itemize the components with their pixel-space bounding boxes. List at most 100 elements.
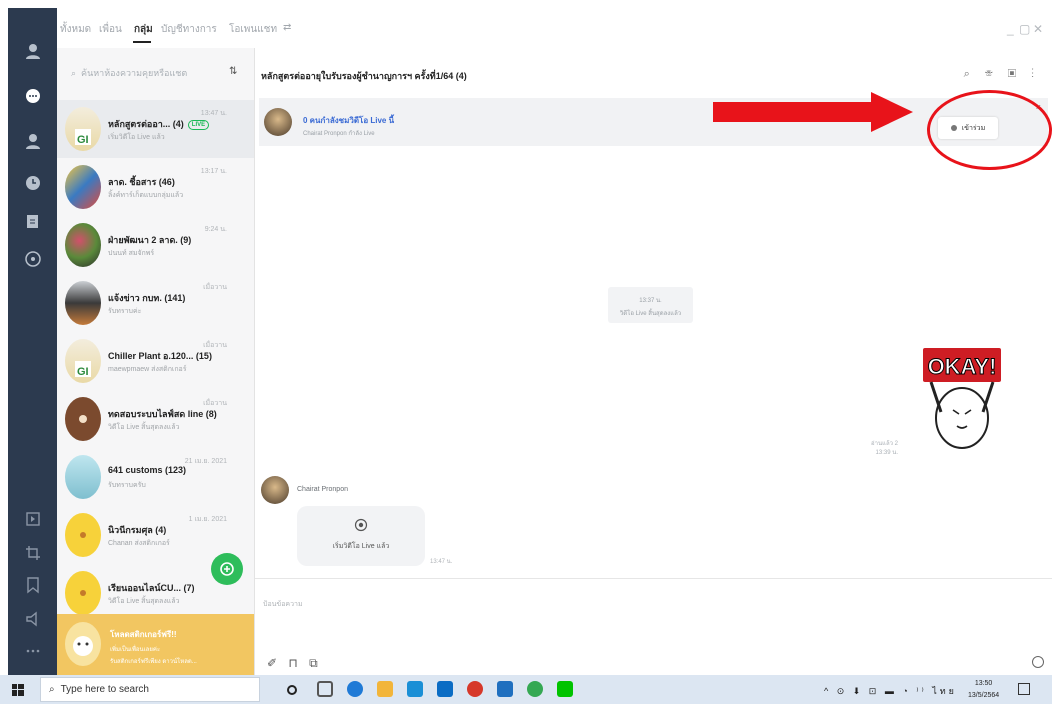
line-app-icon[interactable] — [557, 681, 573, 697]
chat-name: แจ้งข่าว กบท. (141) — [108, 293, 186, 303]
search-icon: ⌕ — [71, 67, 77, 78]
sticker-promo-item[interactable]: โหลดสติกเกอร์ฟรี!! เพิ่มเป็นเพื่อนเลยค่ะ… — [57, 614, 254, 675]
message-input-area: ป้อนข้อความ ✐ ⊓ ⧉ — [255, 578, 1052, 675]
promo-avatar — [65, 622, 101, 666]
cortana-icon[interactable] — [287, 685, 297, 695]
message-input[interactable]: ป้อนข้อความ — [263, 599, 303, 610]
chat-list-item[interactable]: แจ้งข่าว กบท. (141) รับทราบค่ะ เมื่อวาน — [57, 274, 254, 332]
promo-title: โหลดสติกเกอร์ฟรี!! — [110, 630, 177, 639]
live-started-bubble[interactable]: เริ่มวิดีโอ Live แล้ว — [297, 506, 425, 566]
sender-name: Chairat Pronpon — [297, 486, 348, 493]
emoji-icon[interactable] — [1032, 656, 1044, 668]
chat-room-title: หลักสูตรต่ออายุใบรับรองผู้ชำนาญการฯ ครั้… — [261, 71, 467, 81]
promo-subtitle-2: รับสติกเกอร์ฟรีเพียง ดาวน์โหลด... — [110, 659, 197, 665]
chat-preview: maewpmaew ส่งสติกเกอร์ — [108, 366, 187, 373]
maximize-button[interactable]: ▢ — [1019, 22, 1030, 36]
top-tab-bar: ทั้งหมด เพื่อน กลุ่ม บัญชีทางการ โอเพนแช… — [57, 8, 1052, 48]
chat-preview: วิดีโอ Live สิ้นสุดลงแล้ว — [108, 424, 180, 431]
openchat-icon[interactable] — [8, 244, 57, 274]
chat-preview: รับทราบครับ — [108, 482, 146, 489]
speaker-icon[interactable] — [8, 604, 57, 634]
tab-friends[interactable]: เพื่อน — [99, 22, 122, 37]
banner-subtitle: Chairat Pronpon กำลัง Live — [303, 131, 375, 137]
sidebar-rail — [8, 8, 57, 675]
chat-list-item[interactable]: GI หลักสูตรต่ออา... (4) LIVE เริ่มวิดีโอ … — [57, 100, 254, 158]
keep-icon[interactable] — [8, 504, 57, 534]
chat-name: หลักสูตรต่ออา... (4) LIVE — [108, 117, 210, 131]
mail-icon[interactable] — [437, 681, 453, 697]
chat-name: นิวนีกรมศุล (4) — [108, 525, 167, 535]
chat-room: หลักสูตรต่ออายุใบรับรองผู้ชำนาญการฯ ครั้… — [255, 48, 1052, 675]
new-chat-icon[interactable] — [211, 553, 243, 585]
edge-icon[interactable] — [347, 681, 363, 697]
group-avatar — [65, 455, 101, 499]
group-avatar — [65, 223, 101, 267]
chat-preview: เริ่มวิดีโอ Live แล้ว — [108, 134, 165, 141]
system-message: 13:37 น. วิดีโอ Live สิ้นสุดลงแล้ว — [608, 287, 693, 323]
group-avatar — [65, 165, 101, 209]
chat-header-icons[interactable]: ⌕ ☏ ▣ ⋮ — [964, 68, 1040, 81]
line-app-window: ทั้งหมด เพื่อน กลุ่ม บัญชีทางการ โอเพนแช… — [57, 8, 1052, 675]
system-tray[interactable]: ^ ⊙ ⬇ ⊡ ▬ ◔ ⁾⁾ ไทย — [824, 684, 957, 698]
red-arrow-annotation — [713, 92, 913, 132]
task-view-icon[interactable] — [317, 681, 333, 697]
notification-icon[interactable] — [1018, 683, 1030, 695]
chat-list-item[interactable]: ลาด. ชี้อสาร (46) ลิ้งค์ทาร์เก็ตแบบกลุ่ม… — [57, 158, 254, 216]
note-add-icon[interactable] — [8, 206, 57, 236]
chat-time: เมื่อวาน — [203, 284, 227, 291]
chat-time: 21 เม.ย. 2021 — [184, 458, 227, 465]
promo-subtitle: เพิ่มเป็นเพื่อนเลยค่ะ — [110, 647, 161, 653]
chat-time: 1 เม.ย. 2021 — [188, 516, 227, 523]
group-avatar: GI — [65, 107, 101, 151]
crop-icon[interactable] — [8, 538, 57, 568]
taskbar-search-input[interactable]: ⌕ Type here to search — [40, 677, 260, 702]
word-icon[interactable] — [497, 681, 513, 697]
chat-time: 9:24 น. — [204, 226, 227, 233]
group-avatar: GI — [65, 339, 101, 383]
chat-name: ลาด. ชี้อสาร (46) — [108, 177, 175, 187]
chat-list-item[interactable]: 641 customs (123) รับทราบครับ 21 เม.ย. 2… — [57, 448, 254, 506]
windows-taskbar: ⌕ Type here to search ^ ⊙ ⬇ ⊡ ▬ ◔ ⁾⁾ ไทย… — [0, 675, 1052, 704]
group-avatar — [65, 281, 101, 325]
chat-list-item[interactable]: ทดสอบระบบไลฟ์สด line (8) วิดีโอ Live สิ้… — [57, 390, 254, 448]
windows-start-icon[interactable] — [12, 684, 24, 696]
chat-search-input[interactable]: ⌕ ค้นหาห้องความคุยหรือแชต — [61, 58, 229, 88]
tab-openchat[interactable]: โอเพนแชท — [229, 22, 277, 37]
friends-icon[interactable] — [8, 126, 57, 156]
chat-name: 641 customs (123) — [108, 465, 187, 475]
chat-list-item[interactable]: GI Chiller Plant อ.120... (15) maewpmaew… — [57, 332, 254, 390]
filter-icon[interactable]: ⇄ — [283, 22, 291, 33]
tab-groups[interactable]: กลุ่ม — [134, 22, 153, 37]
read-receipt: อ่านแล้ว 2 13:39 น. — [871, 441, 898, 456]
active-tab-indicator — [133, 41, 151, 43]
clock-icon[interactable] — [8, 168, 57, 198]
more-icon[interactable] — [8, 636, 57, 666]
taskbar-clock[interactable]: 13:50 13/5/2564 — [968, 678, 999, 702]
tab-all[interactable]: ทั้งหมด — [60, 22, 91, 37]
svg-text:GI: GI — [77, 366, 89, 378]
person-icon[interactable] — [8, 36, 57, 66]
close-button[interactable]: ✕ — [1033, 22, 1043, 36]
sort-icon[interactable]: ⇅ — [229, 66, 237, 77]
chat-list-item[interactable]: ฝ่ายพัฒนา 2 ลาด. (9) ปนนท์ สมจักพร์ 9:24… — [57, 216, 254, 274]
chat-preview: ปนนท์ สมจักพร์ — [108, 250, 155, 257]
store-icon[interactable] — [407, 681, 423, 697]
file-explorer-icon[interactable] — [377, 681, 393, 697]
chat-bubble-icon[interactable] — [8, 81, 57, 111]
live-badge: LIVE — [187, 119, 210, 130]
minimize-button[interactable]: _ — [1007, 22, 1014, 36]
live-signal-icon — [354, 518, 368, 532]
chrome-icon[interactable] — [527, 681, 543, 697]
chrome-app-icon[interactable] — [467, 681, 483, 697]
chat-name: ทดสอบระบบไลฟ์สด line (8) — [108, 409, 217, 419]
search-placeholder: ค้นหาห้องความคุยหรือแชต — [81, 68, 188, 78]
chat-preview: รับทราบค่ะ — [108, 308, 142, 315]
tab-official-accounts[interactable]: บัญชีทางการ — [161, 22, 217, 37]
sender-avatar[interactable] — [261, 476, 289, 504]
bookmark-icon[interactable] — [8, 570, 57, 600]
group-avatar — [65, 513, 101, 557]
okay-sticker[interactable]: OKAY! — [919, 346, 1005, 456]
input-toolbar-icons[interactable]: ✐ ⊓ ⧉ — [267, 656, 322, 671]
chat-time: เมื่อวาน — [203, 400, 227, 407]
chat-preview: ลิ้งค์ทาร์เก็ตแบบกลุ่มแล้ว — [108, 192, 184, 199]
